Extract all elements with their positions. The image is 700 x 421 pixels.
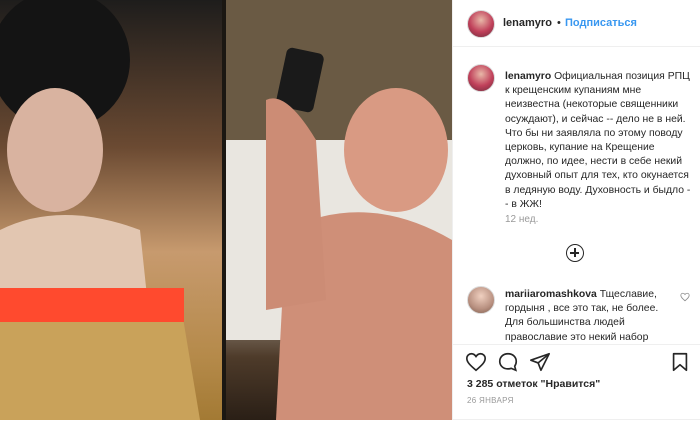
post-sidebar: lenamyro • Подписаться lenamyro Официаль… bbox=[452, 0, 700, 421]
post-actions: 3 285 отметок "Нравится" 26 ЯНВАРЯ bbox=[453, 344, 700, 421]
comment-username[interactable]: mariiaromashkova bbox=[505, 289, 597, 300]
author-username[interactable]: lenamyro bbox=[503, 17, 552, 29]
photo-right-man bbox=[226, 0, 452, 420]
avatar-icon[interactable] bbox=[467, 286, 495, 314]
heart-icon[interactable] bbox=[465, 351, 487, 373]
comment-item: mariiaromashkova Тщеславие, гордыня , вс… bbox=[505, 288, 675, 344]
woman-silhouette bbox=[0, 0, 200, 420]
share-icon[interactable] bbox=[529, 351, 551, 373]
post-date[interactable]: 26 ЯНВАРЯ bbox=[467, 396, 514, 405]
avatar-icon[interactable] bbox=[467, 64, 495, 92]
post-caption: lenamyro Официальная позиция РПЦ к креще… bbox=[505, 70, 691, 212]
caption-text: Официальная позиция РПЦ к крещенским куп… bbox=[505, 71, 691, 210]
censor-bar bbox=[0, 288, 184, 322]
post-header: lenamyro • Подписаться bbox=[453, 0, 700, 47]
likes-count[interactable]: 3 285 отметок "Нравится" bbox=[467, 378, 600, 390]
man-silhouette bbox=[226, 0, 452, 420]
bookmark-icon[interactable] bbox=[669, 351, 691, 373]
caption-username[interactable]: lenamyro bbox=[505, 71, 551, 82]
avatar-icon[interactable] bbox=[467, 10, 495, 38]
separator-dot: • bbox=[557, 17, 561, 29]
heart-icon[interactable] bbox=[680, 292, 690, 302]
plus-circle-icon[interactable] bbox=[566, 244, 584, 262]
follow-button[interactable]: Подписаться bbox=[565, 17, 637, 29]
photo-left-woman bbox=[0, 0, 222, 420]
post-timestamp[interactable]: 12 нед. bbox=[505, 214, 538, 225]
comment-icon[interactable] bbox=[497, 351, 519, 373]
post-photo[interactable] bbox=[0, 0, 452, 420]
